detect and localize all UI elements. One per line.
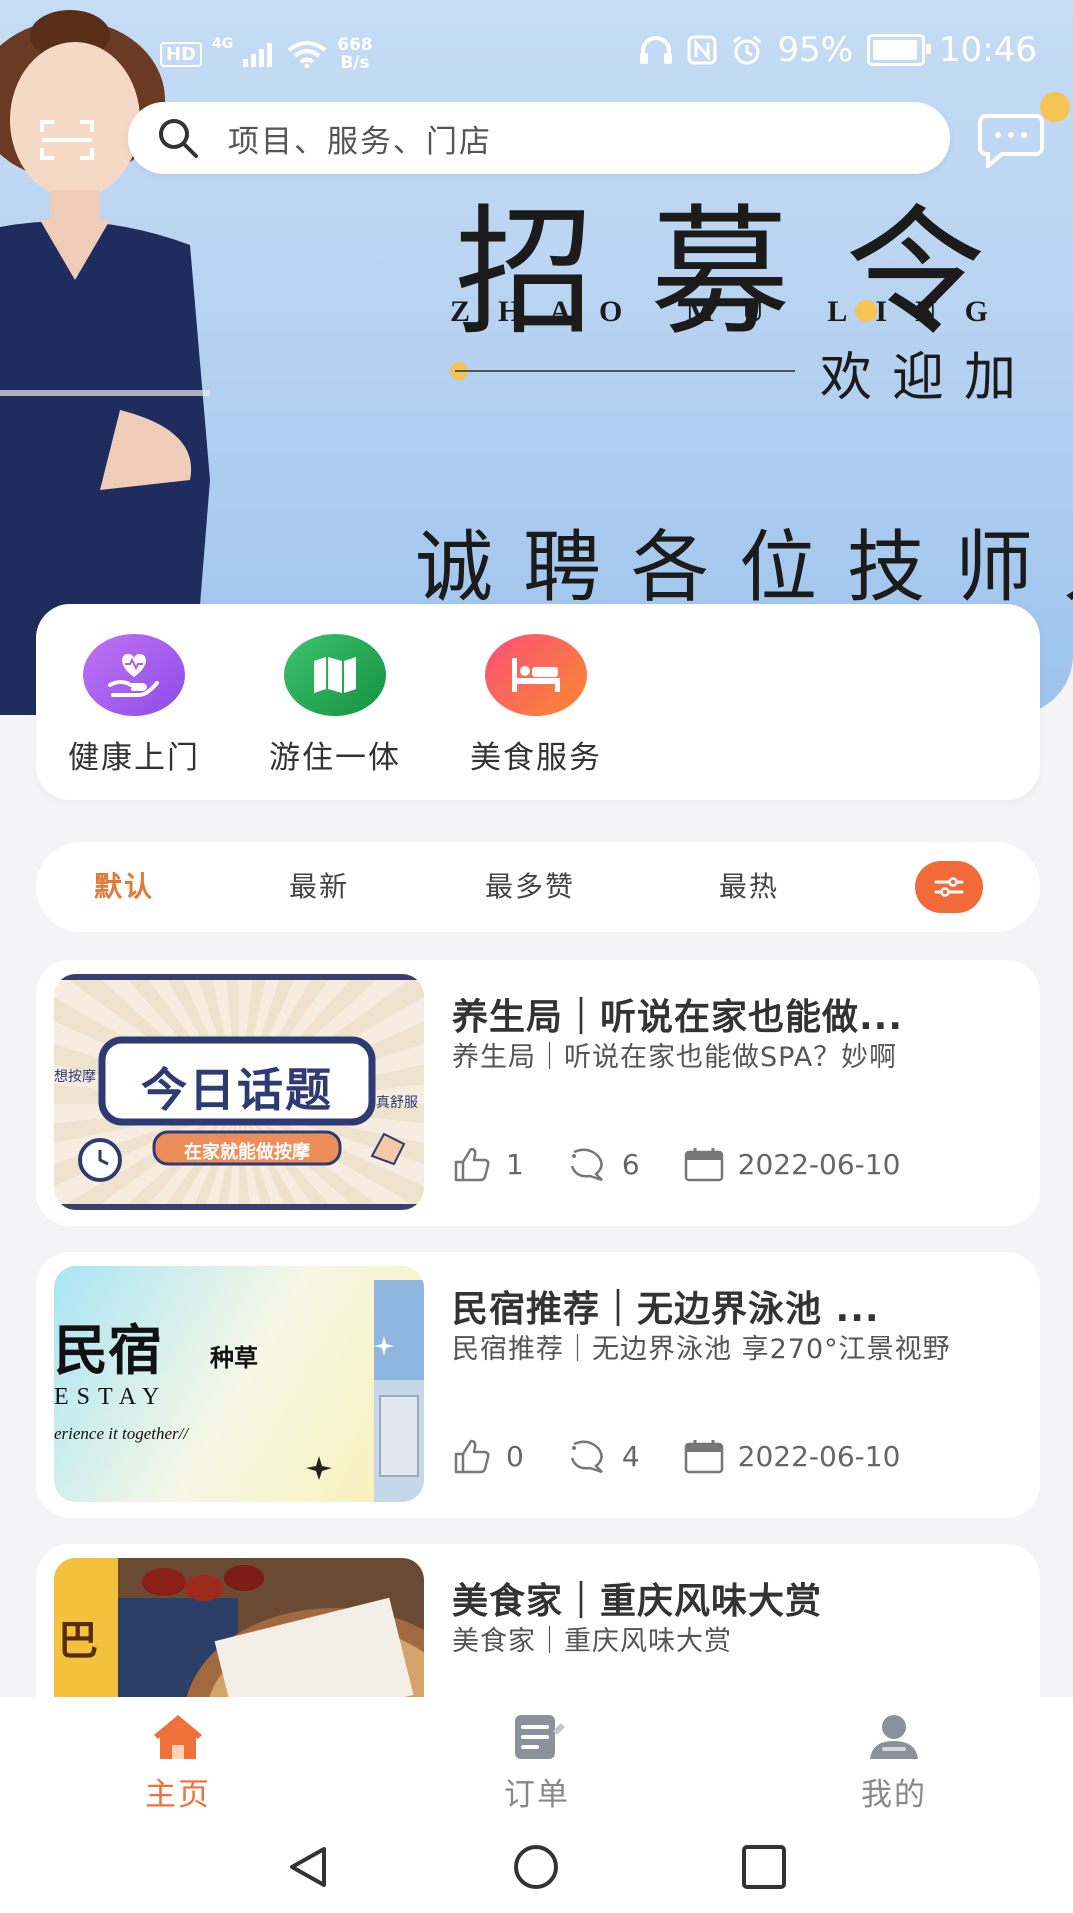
tab-latest[interactable]: 最新 [289, 842, 349, 932]
battery-icon [867, 34, 932, 66]
search-placeholder: 项目、服务、门店 [228, 123, 492, 160]
hd-indicator: HD [160, 41, 203, 67]
article-desc: 养生局｜听说在家也能做SPA？妙啊 [452, 1042, 898, 1073]
net-speed-unit: B/s [340, 53, 370, 73]
decor-dot [855, 300, 877, 322]
comment-icon [570, 1148, 603, 1182]
profile-icon [870, 1715, 918, 1759]
message-icon[interactable] [978, 112, 1044, 168]
banner-welcome: 欢迎加 [820, 348, 1037, 408]
system-nav-bar [0, 1821, 1073, 1913]
tab-most-liked[interactable]: 最多赞 [485, 842, 575, 932]
category-food-service[interactable]: 美食服务 [456, 634, 616, 777]
calendar-icon [684, 1440, 723, 1474]
article-meta: 1 6 2022-06-10 [452, 1146, 900, 1182]
wifi-icon [288, 41, 327, 68]
like-count-value: 0 [506, 1439, 524, 1473]
thumb-heading: 今日话题 [141, 1063, 333, 1117]
search-bar[interactable]: 项目、服务、门店 [128, 102, 950, 174]
comment-count[interactable]: 6 [568, 1146, 640, 1182]
nav-label: 主页 [145, 1777, 211, 1813]
article-thumbnail: 民宿 种草 ESTAY erience it together// [54, 1266, 424, 1502]
nav-label: 订单 [504, 1777, 570, 1813]
filter-icon [934, 877, 964, 897]
category-panel: 健康上门 游住一体 美食服务 [36, 604, 1040, 800]
map-icon [284, 634, 386, 716]
orders-icon [515, 1715, 565, 1759]
article-title: 民宿推荐｜无边界泳池 ... [452, 1289, 880, 1330]
thumb-side: 巴 [58, 1618, 98, 1664]
thumbs-up-icon [454, 1439, 490, 1474]
signal-icon [243, 43, 273, 67]
network-type: 4G [212, 36, 234, 52]
bed-icon [485, 634, 587, 716]
thumb-side-right: 真舒服 [376, 1095, 418, 1111]
filter-button[interactable] [915, 861, 983, 913]
article-desc: 民宿推荐｜无边界泳池 享270°江景视野 [452, 1334, 951, 1365]
category-label: 美食服务 [470, 740, 602, 776]
banner-subtitle: 诚聘各位技师入 [415, 523, 1073, 613]
calendar-icon [684, 1148, 723, 1182]
thumb-sub: ESTAY [54, 1384, 168, 1410]
thumb-tag: 种草 [210, 1344, 258, 1372]
article-title: 美食家｜重庆风味大赏 [452, 1581, 823, 1622]
article-thumbnail: 今日话题 想按摩 真舒服 在家就能做按摩 [54, 974, 424, 1210]
nav-orders[interactable]: 订单 [467, 1711, 607, 1814]
banner-pinyin: ZHAO MU LING [450, 295, 1017, 328]
scan-icon[interactable] [40, 118, 94, 162]
nav-home[interactable]: 主页 [108, 1711, 248, 1814]
nav-label: 我的 [861, 1777, 927, 1813]
like-count-value: 1 [506, 1147, 524, 1181]
like-count[interactable]: 0 [452, 1438, 524, 1474]
sort-tabs: 默认 最新 最多赞 最热 [36, 842, 1040, 932]
thumb-side-left: 想按摩 [54, 1069, 96, 1085]
home-icon [154, 1715, 202, 1759]
back-icon[interactable] [282, 1843, 334, 1891]
article-card[interactable]: 民宿 种草 ESTAY erience it together// 民宿推荐｜无… [36, 1252, 1040, 1518]
category-label: 健康上门 [68, 740, 200, 776]
clock: 10:46 [939, 30, 1037, 70]
nav-profile[interactable]: 我的 [824, 1711, 964, 1814]
alarm-icon [733, 35, 762, 65]
thumb-heading: 民宿 [54, 1319, 162, 1382]
decor-line [455, 370, 795, 372]
article-desc: 美食家｜重庆风味大赏 [452, 1626, 732, 1657]
bottom-nav: 主页 订单 我的 [0, 1697, 1073, 1821]
nfc-icon [687, 35, 717, 65]
thumbs-up-icon [454, 1147, 490, 1182]
headphones-icon [640, 36, 673, 64]
comment-icon [570, 1440, 603, 1474]
like-count[interactable]: 1 [452, 1146, 524, 1182]
thumb-banner: 在家就能做按摩 [184, 1142, 310, 1163]
heart-hand-icon [83, 634, 185, 716]
battery-percent: 95% [777, 30, 854, 70]
category-label: 游住一体 [269, 740, 401, 776]
article-card[interactable]: 今日话题 想按摩 真舒服 在家就能做按摩 养生局｜听说在家也能做... 养生局｜… [36, 960, 1040, 1226]
publish-date: 2022-06-10 [684, 1438, 901, 1474]
article-meta: 0 4 2022-06-10 [452, 1438, 900, 1474]
net-speed-value: 668 [337, 35, 373, 55]
comment-count[interactable]: 4 [568, 1438, 640, 1474]
category-health-home[interactable]: 健康上门 [54, 634, 214, 777]
net-speed: 668 B/s [337, 36, 373, 72]
comment-count-value: 4 [621, 1439, 640, 1473]
publish-date-value: 2022-06-10 [737, 1147, 901, 1181]
recents-icon[interactable] [738, 1843, 790, 1891]
thumb-caption: erience it together// [54, 1424, 189, 1443]
category-travel-stay[interactable]: 游住一体 [255, 634, 415, 777]
home-button-icon[interactable] [510, 1843, 562, 1891]
banner-title: 招募令 [455, 192, 1041, 355]
comment-count-value: 6 [621, 1147, 640, 1181]
publish-date-value: 2022-06-10 [737, 1439, 901, 1473]
tab-hottest[interactable]: 最热 [719, 842, 779, 932]
article-title: 养生局｜听说在家也能做... [452, 997, 904, 1038]
search-icon [159, 119, 198, 158]
publish-date: 2022-06-10 [684, 1146, 901, 1182]
tab-default[interactable]: 默认 [94, 842, 154, 932]
status-bar: HD 4G 668 B/s 95% 10:46 [0, 0, 1073, 100]
